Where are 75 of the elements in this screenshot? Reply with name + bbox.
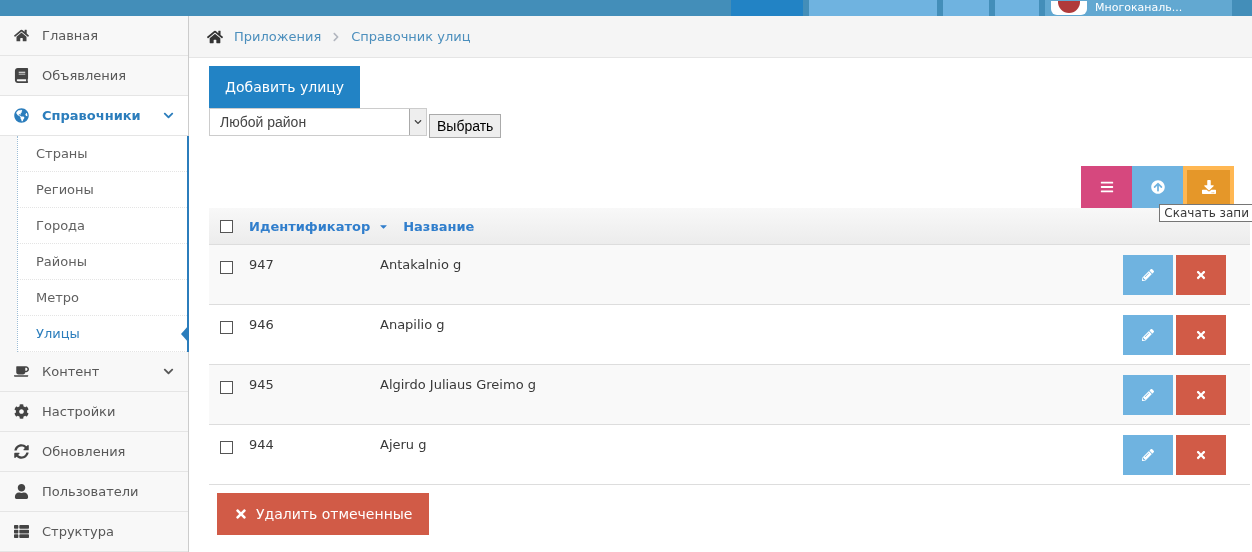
delete-button[interactable] <box>1176 375 1226 415</box>
sidebar-label: Пользователи <box>42 484 140 499</box>
breadcrumb-link[interactable]: Приложения <box>234 29 322 44</box>
edit-button[interactable] <box>1123 375 1173 415</box>
sidebar-label: Обновления <box>42 444 127 459</box>
table-cell: Ajeru g <box>380 437 427 452</box>
sidebar-label: Объявления <box>42 68 127 83</box>
table-cell: 944 <box>249 437 274 452</box>
user-name: Многоканаль... <box>1095 0 1183 16</box>
cup-icon <box>12 364 30 379</box>
header-button[interactable] <box>809 0 937 16</box>
close-icon <box>1195 329 1207 341</box>
close-icon <box>1195 389 1207 401</box>
close-icon <box>1195 269 1207 281</box>
table-cell: 946 <box>249 317 274 332</box>
caret-icon <box>409 109 426 135</box>
select-button[interactable]: Выбрать <box>429 114 502 138</box>
sidebar-item[interactable]: Справочники <box>0 96 188 136</box>
list-icon <box>12 524 30 539</box>
edit-button[interactable] <box>1123 435 1173 475</box>
home-icon[interactable] <box>206 28 224 45</box>
menu-icon <box>1099 180 1114 194</box>
refresh-icon <box>12 444 30 459</box>
sidebar-label: Главная <box>42 28 100 43</box>
edit-button[interactable] <box>1123 255 1173 295</box>
upload-button[interactable] <box>1132 166 1183 208</box>
pencil-icon <box>1142 329 1154 341</box>
pencil-icon <box>1142 269 1154 281</box>
submenu-item[interactable]: Метро <box>18 280 187 316</box>
header-button[interactable] <box>995 0 1039 16</box>
upload-icon <box>1150 180 1165 194</box>
home-icon <box>12 28 30 43</box>
table-cell: Anapilio g <box>380 317 445 332</box>
select-all-checkbox[interactable] <box>219 219 233 233</box>
column-header[interactable]: Название <box>403 218 475 234</box>
pencil-icon <box>1142 449 1154 461</box>
table-cell: Algirdo Juliaus Greimo g <box>380 377 536 392</box>
menu-button[interactable] <box>1081 166 1132 208</box>
delete-button[interactable] <box>1176 255 1226 295</box>
sidebar-label: Структура <box>42 524 115 539</box>
table-cell: Antakalnio g <box>380 257 462 272</box>
add-street-button[interactable]: Добавить улицу <box>209 66 361 108</box>
row-checkbox[interactable] <box>219 381 233 394</box>
tooltip: Скачать запи <box>1159 204 1252 222</box>
table-cell: 945 <box>249 377 274 392</box>
book-icon <box>12 68 30 83</box>
pencil-icon <box>1142 389 1154 401</box>
submenu-item[interactable]: Районы <box>18 244 187 280</box>
district-select[interactable]: Любой район <box>209 108 427 136</box>
sidebar-label: Контент <box>42 364 101 379</box>
submenu-item[interactable]: Регионы <box>18 172 187 208</box>
table-cell: 947 <box>249 257 274 272</box>
edit-button[interactable] <box>1123 315 1173 355</box>
close-icon <box>234 507 248 521</box>
header-button[interactable] <box>943 0 989 16</box>
gear-icon <box>12 404 30 419</box>
sidebar-label: Настройки <box>42 404 117 419</box>
submenu-item[interactable]: Страны <box>18 136 187 172</box>
chevron-icon <box>163 110 174 121</box>
header-button[interactable] <box>731 0 803 16</box>
row-checkbox[interactable] <box>219 441 233 454</box>
row-checkbox[interactable] <box>219 261 233 274</box>
delete-selected-button[interactable]: Удалить отмеченные <box>217 493 430 535</box>
submenu-item[interactable]: Города <box>18 208 187 244</box>
download-icon <box>1201 180 1216 194</box>
chevron-icon <box>163 366 174 377</box>
breadcrumb-link[interactable]: Справочник улиц <box>351 29 471 44</box>
column-header[interactable]: Идентификатор <box>249 218 371 234</box>
user-icon <box>12 484 30 499</box>
delete-button[interactable] <box>1176 315 1226 355</box>
row-checkbox[interactable] <box>219 321 233 334</box>
globe-icon <box>12 108 30 123</box>
sidebar-label: Справочники <box>42 108 142 123</box>
delete-button[interactable] <box>1176 435 1226 475</box>
close-icon <box>1195 449 1207 461</box>
